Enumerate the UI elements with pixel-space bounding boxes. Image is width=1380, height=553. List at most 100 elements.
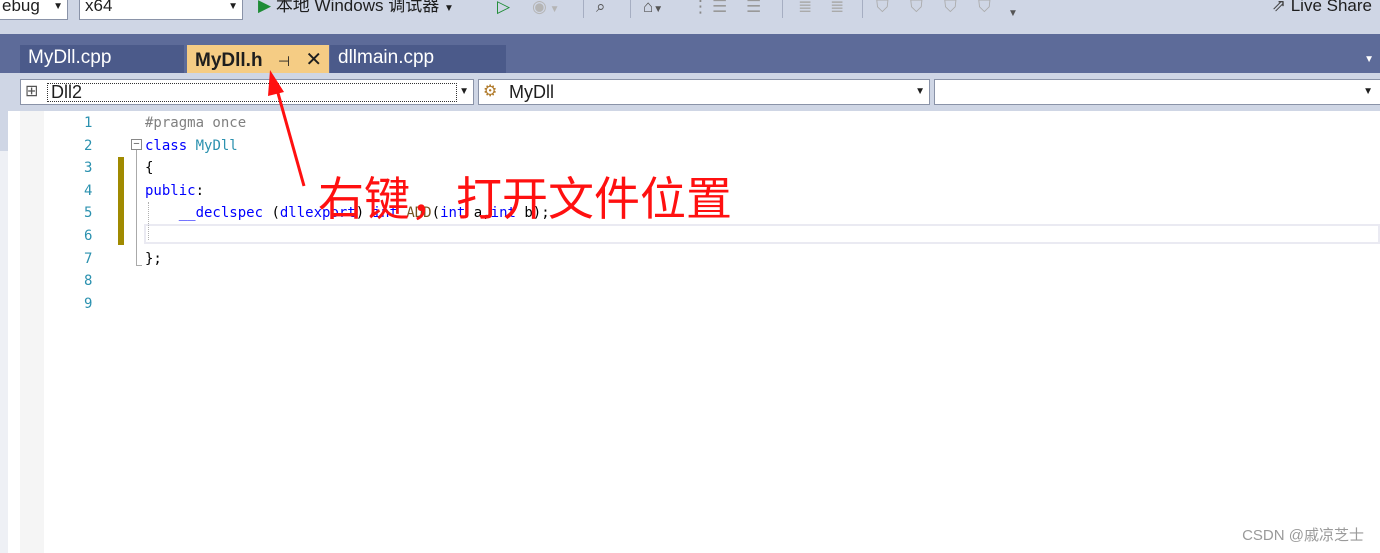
line-number: 7 <box>84 251 93 267</box>
project-dropdown[interactable]: ⊞ Dll2 ▼ <box>20 79 474 105</box>
tab-label: MyDll.cpp <box>28 47 112 68</box>
toolbar-separator <box>583 0 584 18</box>
solution-explorer-home-button[interactable]: ⌂▼ <box>643 0 663 20</box>
class-value: MyDll <box>509 82 554 102</box>
home-icon: ⌂ <box>643 0 654 16</box>
annotation-text: 右键，打开文件位置 <box>318 172 732 226</box>
line-number: 1 <box>84 115 93 131</box>
toolbar-separator <box>782 0 783 18</box>
start-debugging-label: 本地 Windows 调试器 <box>275 0 440 15</box>
play-outline-icon: ▷ <box>497 0 511 16</box>
share-icon: ⇗ <box>1271 0 1286 15</box>
chevron-down-icon: ▼ <box>915 86 925 97</box>
keyword: public <box>145 183 196 199</box>
clear-bookmarks-button[interactable]: ⛉ <box>978 0 991 17</box>
member-dropdown[interactable]: ▼ <box>934 79 1380 105</box>
find-in-files-button[interactable]: ⌕ <box>596 0 606 17</box>
navigation-bar: ⊞ Dll2 ▼ ⚙ MyDll ▼ ▼ <box>0 73 1380 111</box>
tab-label: MyDll.h <box>195 50 263 71</box>
solution-platform-value: x64 <box>85 0 113 15</box>
outline-line <box>136 150 137 266</box>
code-line-4: public: <box>145 183 204 199</box>
hot-reload-button[interactable]: ◉ ▼ <box>532 0 560 20</box>
line-number: 2 <box>84 138 93 154</box>
live-share-button[interactable]: ⇗ Live Share <box>1272 0 1372 16</box>
line-number: 4 <box>84 183 93 199</box>
project-value: Dll2 <box>51 82 83 102</box>
code-line-7: }; <box>145 251 162 267</box>
line-number: 3 <box>84 160 93 176</box>
align-right-icon: ☰ <box>746 0 762 16</box>
tab-mydll-cpp[interactable]: MyDll.cpp <box>20 45 184 73</box>
code-line-2: class MyDll <box>145 138 238 154</box>
class-icon: ⚙ <box>483 83 498 100</box>
search-icon: ⌕ <box>596 0 606 16</box>
uncomment-lines-button[interactable]: ≣ <box>830 0 844 17</box>
tab-dllmain-cpp[interactable]: dllmain.cpp <box>330 45 506 73</box>
chevron-down-icon: ▼ <box>546 4 560 15</box>
side-panel-strip <box>0 111 8 553</box>
keyword: class <box>145 138 188 154</box>
bookmark-prev-icon: ⛉ <box>910 0 923 16</box>
outline-end <box>136 265 142 266</box>
pin-icon[interactable]: ⊣ <box>278 53 290 69</box>
bookmark-clear-icon: ⛉ <box>978 0 991 16</box>
main-toolbar: ebug ▼ x64 ▼ ▶ 本地 Windows 调试器 ▼ ▷ ◉ ▼ ⌕ … <box>0 0 1380 34</box>
start-without-debugging-button[interactable]: ▷ <box>497 0 510 17</box>
chevron-down-icon: ▼ <box>443 3 454 14</box>
chevron-down-icon: ▼ <box>459 86 469 97</box>
toggle-bookmark-button[interactable]: ⛉ <box>876 0 889 17</box>
tab-overflow-icon[interactable]: ▼ <box>1364 54 1374 65</box>
solution-config-value: ebug <box>2 0 40 15</box>
grip-icon: ⋮ <box>692 0 709 16</box>
line-number: 8 <box>84 273 93 289</box>
tab-mydll-h[interactable]: MyDll.h ⊣ ✕ <box>187 45 329 73</box>
flame-icon: ◉ <box>532 0 547 16</box>
line-number: 6 <box>84 228 93 244</box>
code-line-3: { <box>145 160 153 176</box>
tab-label: dllmain.cpp <box>338 47 435 68</box>
comment-lines-button[interactable]: ≣ <box>798 0 812 17</box>
class-dropdown[interactable]: ⚙ MyDll ▼ <box>478 79 930 105</box>
keyword: __declspec <box>178 205 264 221</box>
chevron-down-icon: ▼ <box>1363 86 1373 97</box>
uncomment-icon: ≣ <box>830 0 845 16</box>
side-panel-tab[interactable] <box>0 111 8 151</box>
watermark: CSDN @戚凉芝士 <box>1242 527 1364 544</box>
chevron-down-icon: ▼ <box>653 4 664 15</box>
document-tab-strip: MyDll.cpp MyDll.h ⊣ ✕ dllmain.cpp ▼ <box>0 34 1380 73</box>
toolbar-overflow-button[interactable]: ▼ <box>1008 4 1018 24</box>
start-debugging-button[interactable]: ▶ 本地 Windows 调试器 ▼ <box>258 0 454 19</box>
toolbar-separator <box>630 0 631 18</box>
comment-icon: ≣ <box>798 0 813 16</box>
indent-left-button[interactable]: ☰ <box>712 0 727 17</box>
chevron-down-icon: ▼ <box>53 1 63 12</box>
solution-platform-dropdown[interactable]: x64 ▼ <box>79 0 243 20</box>
class-name: MyDll <box>195 138 238 154</box>
bookmark-next-icon: ⛉ <box>944 0 957 16</box>
line-number: 5 <box>84 205 93 221</box>
brace: }; <box>145 251 162 267</box>
glyph-margin[interactable] <box>20 111 44 553</box>
focus-rectangle <box>47 83 457 102</box>
live-share-label: Live Share <box>1290 0 1372 15</box>
brace: { <box>145 160 154 176</box>
bookmark-icon: ⛉ <box>876 0 889 16</box>
previous-bookmark-button[interactable]: ⛉ <box>910 0 923 17</box>
chevron-down-icon: ▼ <box>1008 8 1018 19</box>
toolbar-separator <box>862 0 863 18</box>
punctuation: ( <box>263 205 280 221</box>
close-icon[interactable]: ✕ <box>305 49 322 71</box>
align-left-icon: ☰ <box>712 0 728 16</box>
line-number: 9 <box>84 296 93 312</box>
project-icon: ⊞ <box>25 83 39 100</box>
preprocessor-directive: #pragma once <box>145 115 247 131</box>
play-icon: ▶ <box>258 0 272 15</box>
indent-right-button[interactable]: ☰ <box>746 0 761 17</box>
toolbar-grip: ⋮ <box>692 0 709 17</box>
solution-config-dropdown[interactable]: ebug ▼ <box>0 0 68 20</box>
punctuation: : <box>195 183 205 199</box>
next-bookmark-button[interactable]: ⛉ <box>944 0 957 17</box>
code-line-1: #pragma once <box>145 115 246 131</box>
chevron-down-icon: ▼ <box>228 1 238 12</box>
